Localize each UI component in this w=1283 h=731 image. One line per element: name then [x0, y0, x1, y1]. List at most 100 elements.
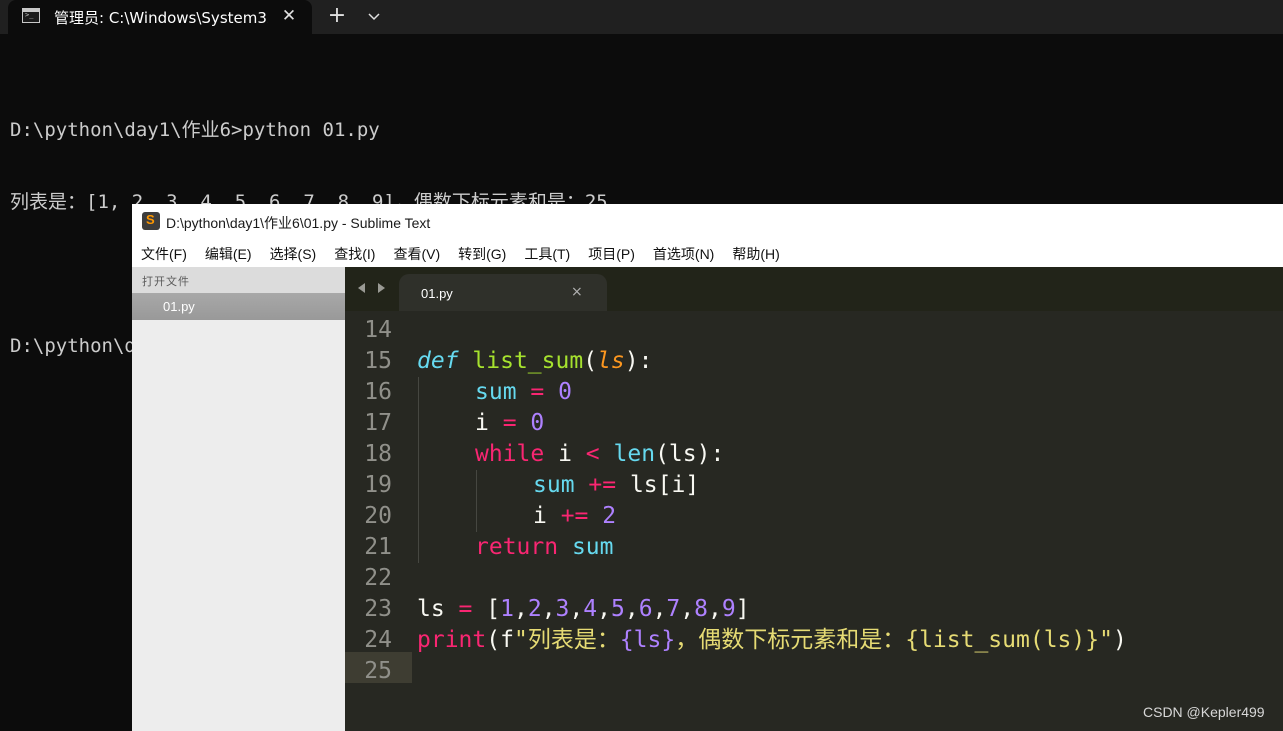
code-token: sum	[475, 379, 517, 405]
code-token: 0	[558, 379, 572, 405]
watermark: CSDN @Kepler499	[1143, 704, 1265, 720]
code-token: +=	[546, 503, 603, 529]
line-number: 15	[364, 348, 392, 374]
code-token: ,	[597, 596, 611, 622]
sublime-app-icon	[142, 212, 160, 230]
line-number: 22	[364, 565, 392, 591]
code-token: [	[486, 596, 501, 622]
code-token: ,	[569, 596, 584, 622]
menu-goto[interactable]: 转到(G)	[458, 244, 506, 264]
code-token: =	[444, 596, 487, 622]
code-token: 1	[500, 596, 514, 622]
code-token: {ls}	[619, 627, 676, 653]
menu-file[interactable]: 文件(F)	[141, 244, 187, 264]
line-number: 14	[364, 317, 392, 343]
indent-guide	[476, 470, 477, 532]
line-number: 24	[364, 627, 392, 653]
line-number: 23	[364, 596, 392, 622]
line-number: 17	[364, 410, 392, 436]
line-number-gutter: 14 15 16 17 18 19 20 21 22 23 24 25	[345, 311, 412, 731]
code-token: ):	[624, 348, 653, 374]
menu-help[interactable]: 帮助(H)	[732, 244, 779, 264]
code-token: ls	[597, 348, 625, 374]
code-token: i	[544, 441, 586, 467]
code-token: def	[417, 348, 459, 374]
code-token: 6	[638, 596, 653, 622]
code-token: ,	[708, 596, 722, 622]
menu-project[interactable]: 项目(P)	[588, 244, 635, 264]
close-tab-icon[interactable]: ✕	[278, 5, 300, 27]
code-token: print	[417, 627, 487, 653]
code-token: return	[475, 534, 559, 560]
sidebar: 打开文件 01.py	[132, 267, 345, 731]
code-token: i	[533, 503, 547, 529]
code-line-20: i += 2	[533, 501, 616, 532]
sidebar-header-label: 打开文件	[142, 276, 190, 288]
window-title: D:\python\day1\作业6\01.py - Sublime Text	[166, 215, 431, 231]
menu-find[interactable]: 查找(I)	[334, 244, 375, 264]
code-line-23: ls = [1,2,3,4,5,6,7,8,9]	[417, 594, 750, 625]
menu-selection[interactable]: 选择(S)	[270, 244, 317, 264]
code-token: =	[488, 410, 531, 436]
code-token: list_sum	[472, 348, 584, 374]
code-token: 4	[583, 596, 598, 622]
terminal-tab-bar: 管理员: C:\Windows\System32\cmd.exe ✕ +	[0, 0, 1283, 34]
code-token: ls	[417, 596, 445, 622]
code-token: 0	[530, 410, 545, 436]
tab-strip: 01.py ×	[345, 267, 1283, 311]
code-line-17: i = 0	[475, 408, 544, 439]
code-token: 8	[694, 596, 708, 622]
code-token: (ls):	[655, 441, 725, 467]
code-token: 2	[602, 503, 617, 529]
indent-guide	[418, 377, 419, 563]
terminal-icon	[22, 8, 40, 23]
line-number: 18	[364, 441, 392, 467]
menu-preferences[interactable]: 首选项(N)	[653, 244, 714, 264]
code-token: {list_sum(ls)}	[905, 627, 1100, 653]
sidebar-item-01py[interactable]: 01.py	[132, 293, 345, 320]
sidebar-item-label: 01.py	[163, 299, 195, 314]
code-token: "	[1099, 627, 1113, 653]
code-token: (	[583, 348, 598, 374]
code-token: len	[613, 441, 656, 467]
code-line-19: sum += ls[i]	[533, 470, 699, 501]
terminal-tab[interactable]: 管理员: C:\Windows\System32\cmd.exe ✕	[8, 0, 312, 34]
line-number: 20	[364, 503, 392, 529]
menu-bar: 文件(F) 编辑(E) 选择(S) 查找(I) 查看(V) 转到(G) 工具(T…	[132, 240, 1283, 267]
code-token: ]	[735, 596, 750, 622]
code-token: )	[1112, 627, 1127, 653]
tab-01py[interactable]: 01.py ×	[399, 274, 607, 311]
menu-view[interactable]: 查看(V)	[393, 244, 440, 264]
tab-prev-icon[interactable]	[355, 281, 369, 295]
code-token: <	[585, 441, 600, 467]
code-token: 5	[610, 596, 625, 622]
code-line-18: while i < len(ls):	[475, 439, 724, 470]
menu-edit[interactable]: 编辑(E)	[205, 244, 252, 264]
code-token: ,	[624, 596, 639, 622]
sublime-title-bar[interactable]: D:\python\day1\作业6\01.py - Sublime Text	[132, 204, 1283, 240]
code-editor[interactable]: 14 15 16 17 18 19 20 21 22 23 24 25 def …	[345, 311, 1283, 731]
close-icon[interactable]: ×	[571, 284, 583, 300]
code-token: f	[500, 627, 514, 653]
code-token: ，偶数下标元素和是：	[675, 627, 906, 653]
line-number: 16	[364, 379, 392, 405]
tab-next-icon[interactable]	[374, 281, 388, 295]
menu-tools[interactable]: 工具(T)	[524, 244, 570, 264]
code-token: sum	[571, 534, 614, 560]
tab-label: 01.py	[421, 286, 453, 301]
code-line-15: def list_sum(ls):	[417, 346, 652, 377]
chevron-down-icon[interactable]	[364, 6, 384, 26]
sublime-window: D:\python\day1\作业6\01.py - Sublime Text …	[132, 204, 1283, 731]
code-token: 7	[666, 596, 681, 622]
new-tab-button[interactable]: +	[326, 4, 348, 28]
line-number: 25	[364, 658, 392, 684]
code-token: ,	[513, 596, 528, 622]
code-token: 9	[721, 596, 736, 622]
terminal-tab-title: 管理员: C:\Windows\System32\cmd.exe	[54, 9, 268, 27]
sidebar-header: 打开文件	[132, 267, 345, 293]
code-token: 2	[527, 596, 542, 622]
code-token: "列表是：	[513, 627, 620, 653]
code-token: sum	[533, 472, 575, 498]
